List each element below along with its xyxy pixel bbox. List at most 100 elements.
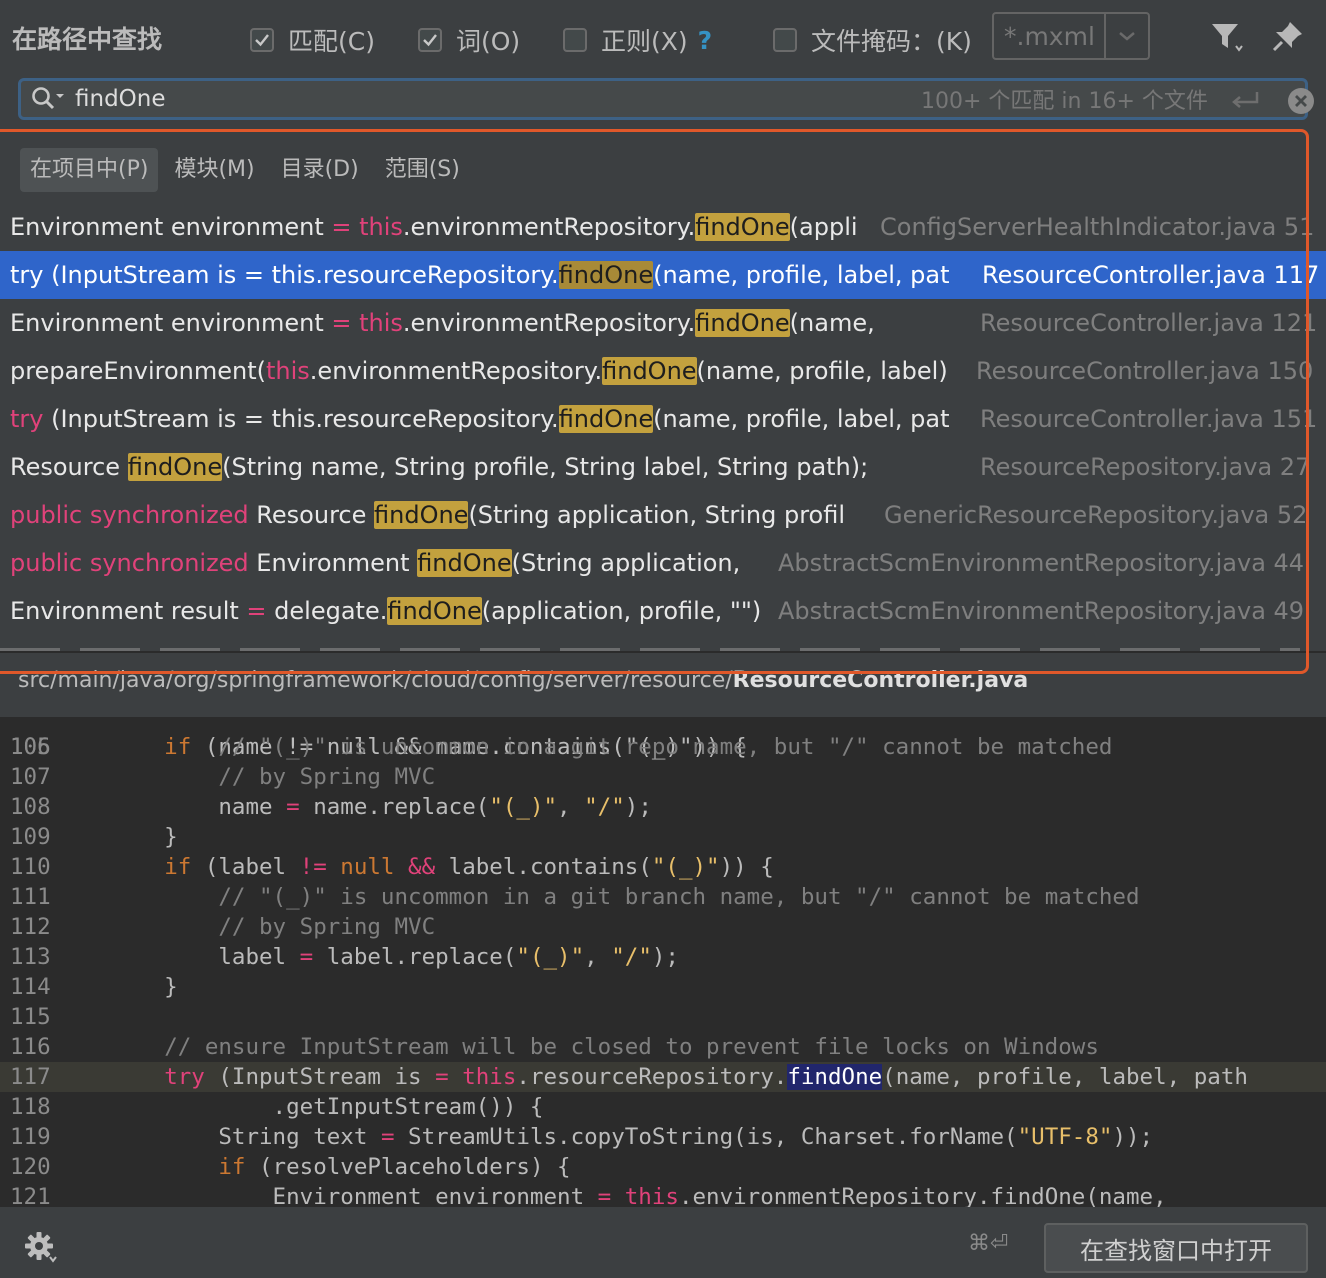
line-code: } bbox=[110, 824, 178, 850]
line-number: 114 bbox=[10, 974, 51, 1000]
line-code: try (InputStream is = this.resourceRepos… bbox=[164, 1064, 1248, 1090]
preview-path-file: ResourceController.java bbox=[732, 668, 1029, 693]
line-number: 112 bbox=[10, 914, 51, 940]
words-option[interactable]: 词(O) bbox=[418, 22, 520, 58]
pin-icon[interactable] bbox=[1272, 20, 1304, 56]
words-checkbox[interactable] bbox=[418, 28, 442, 52]
result-code-suffix: (application, profile, "") bbox=[481, 597, 762, 625]
result-code-suffix: (String name, String profile, String lab… bbox=[222, 453, 869, 481]
regex-option[interactable]: 正则(X) ? bbox=[563, 22, 712, 58]
result-row[interactable]: try (InputStream is = this.resourceRepos… bbox=[0, 251, 1326, 299]
tab-scope[interactable]: 范围(S) bbox=[375, 148, 470, 192]
search-field[interactable]: 100+ 个匹配 in 16+ 个文件 bbox=[18, 78, 1314, 120]
result-file-location: AbstractScmEnvironmentRepository.java 49 bbox=[778, 597, 1305, 625]
result-code-prefix: Resource bbox=[10, 453, 128, 481]
line-code: // by Spring MVC bbox=[218, 914, 436, 940]
divider bbox=[0, 651, 1326, 653]
result-code: Resource findOne(String name, String pro… bbox=[10, 443, 976, 491]
line-number: 106 bbox=[10, 734, 51, 760]
code-line: 121 Environment environment = this.envir… bbox=[0, 1182, 1326, 1207]
result-file-location: ConfigServerHealthIndicator.java 51 bbox=[880, 213, 1315, 241]
result-code-keyword: this bbox=[266, 357, 310, 385]
code-preview[interactable]: 105 if (name != null && name.contains("(… bbox=[0, 717, 1326, 1207]
gear-icon[interactable] bbox=[24, 1231, 58, 1269]
regex-help-icon[interactable]: ? bbox=[698, 26, 713, 55]
tab-directory[interactable]: 目录(D) bbox=[271, 148, 369, 192]
filter-icon[interactable] bbox=[1210, 20, 1244, 58]
clear-icon[interactable] bbox=[1287, 87, 1315, 119]
result-code-suffix: (String application, bbox=[511, 549, 741, 577]
result-row[interactable]: Environment environment = this.environme… bbox=[0, 299, 1326, 347]
line-code: label = label.replace("(_)", "/"); bbox=[110, 944, 679, 970]
code-line: 116 // ensure InputStream will be closed… bbox=[0, 1032, 1326, 1062]
result-code: Environment environment = this.environme… bbox=[10, 299, 976, 347]
result-code: public synchronized Resource findOne(Str… bbox=[10, 491, 880, 539]
result-row[interactable]: Environment environment = this.environme… bbox=[0, 203, 1326, 251]
tab-project[interactable]: 在项目中(P) bbox=[20, 148, 159, 192]
result-file-location: ResourceController.java 151 bbox=[980, 405, 1318, 433]
file-mask-checkbox[interactable] bbox=[773, 28, 797, 52]
result-match-highlight: findOne bbox=[695, 213, 790, 241]
code-line: 118 .getInputStream()) { bbox=[0, 1092, 1326, 1122]
dialog-footer: ⌘⏎ 在查找窗口中打开 bbox=[0, 1207, 1326, 1278]
result-match-highlight: findOne bbox=[417, 549, 512, 577]
code-line-partial: 105 if (name != null && name.contains("(… bbox=[10, 734, 747, 760]
line-number: 109 bbox=[10, 824, 51, 850]
line-code: Environment environment = this.environme… bbox=[110, 1184, 1167, 1207]
result-row[interactable]: public synchronized Resource findOne(Str… bbox=[0, 491, 1326, 539]
result-row[interactable]: Resource findOne(String name, String pro… bbox=[0, 443, 1326, 491]
search-input[interactable] bbox=[75, 86, 835, 112]
result-code-operator: = bbox=[331, 309, 360, 337]
result-code-prefix: Environment environment bbox=[10, 309, 332, 337]
chevron-down-icon[interactable] bbox=[1104, 14, 1148, 58]
line-code: // "(_)" is uncommon in a git branch nam… bbox=[218, 884, 1140, 910]
result-match-highlight: findOne bbox=[558, 405, 654, 433]
result-code-suffix: (appli bbox=[789, 213, 858, 241]
result-code-prefix: try (InputStream is = this.resourceRepos… bbox=[10, 261, 559, 289]
match-case-checkbox[interactable] bbox=[250, 28, 274, 52]
result-file-location: ResourceController.java 150 bbox=[976, 357, 1314, 385]
code-line: 109 } bbox=[0, 822, 1326, 852]
code-line: 108 name = name.replace("(_)", "/"); bbox=[0, 792, 1326, 822]
code-line: 113 label = label.replace("(_)", "/"); bbox=[0, 942, 1326, 972]
scope-tabs: 在项目中(P) 模块(M) 目录(D) 范围(S) bbox=[20, 148, 476, 192]
result-match-highlight: findOne bbox=[558, 261, 654, 289]
line-number: 116 bbox=[10, 1034, 51, 1060]
result-match-highlight: findOne bbox=[127, 453, 223, 481]
regex-checkbox[interactable] bbox=[563, 28, 587, 52]
results-list: Environment environment = this .environme… bbox=[0, 203, 1326, 651]
line-number: 119 bbox=[10, 1124, 51, 1150]
open-in-find-window-button[interactable]: 在查找窗口中打开 bbox=[1044, 1223, 1308, 1273]
result-code-keyword: this bbox=[359, 309, 403, 337]
code-line: 114 } bbox=[0, 972, 1326, 1002]
code-line-current: 117 try (InputStream is = this.resourceR… bbox=[0, 1062, 1326, 1092]
result-code-middle: .environmentRepository. bbox=[402, 213, 696, 241]
search-icon[interactable] bbox=[31, 86, 67, 112]
result-row[interactable]: Environment result = delegate.findOne(ap… bbox=[0, 587, 1326, 635]
preview-path-dir: src/main/java/org/springframework/cloud/… bbox=[18, 668, 733, 693]
line-code: if (resolvePlaceholders) { bbox=[218, 1154, 571, 1180]
match-case-option[interactable]: 匹配(C) bbox=[250, 22, 375, 58]
check-icon bbox=[423, 34, 437, 47]
result-code-middle: (InputStream is = this.resourceRepositor… bbox=[43, 405, 559, 433]
result-match-highlight: findOne bbox=[387, 597, 482, 625]
find-header: 在路径中查找 匹配(C) 词(O) 正则(X) ? 文件掩码：(K) *.mxm… bbox=[0, 0, 1326, 76]
code-line: 111 // "(_)" is uncommon in a git branch… bbox=[0, 882, 1326, 912]
result-row[interactable]: try (InputStream is = this.resourceRepos… bbox=[0, 395, 1326, 443]
result-code-operator: = bbox=[246, 597, 275, 625]
result-code: prepareEnvironment(this.environmentRepos… bbox=[10, 347, 972, 395]
file-mask-combo[interactable]: *.mxml bbox=[992, 12, 1150, 60]
code-line: 119 String text = StreamUtils.copyToStri… bbox=[0, 1122, 1326, 1152]
result-code-keyword: public synchronized bbox=[10, 549, 249, 577]
result-row[interactable]: prepareEnvironment(this.environmentRepos… bbox=[0, 347, 1326, 395]
line-number: 117 bbox=[10, 1064, 51, 1090]
line-number: 118 bbox=[10, 1094, 51, 1120]
code-line: 110 if (label != null && label.contains(… bbox=[0, 852, 1326, 882]
line-number: 111 bbox=[10, 884, 51, 910]
file-mask-label: 文件掩码：(K) bbox=[811, 27, 972, 56]
line-number: 113 bbox=[10, 944, 51, 970]
tab-module[interactable]: 模块(M) bbox=[164, 148, 264, 192]
result-code: try (InputStream is = this.resourceRepos… bbox=[10, 395, 976, 443]
result-row[interactable]: public synchronized Environment findOne(… bbox=[0, 539, 1326, 587]
file-mask-option[interactable]: 文件掩码：(K) bbox=[773, 22, 972, 58]
